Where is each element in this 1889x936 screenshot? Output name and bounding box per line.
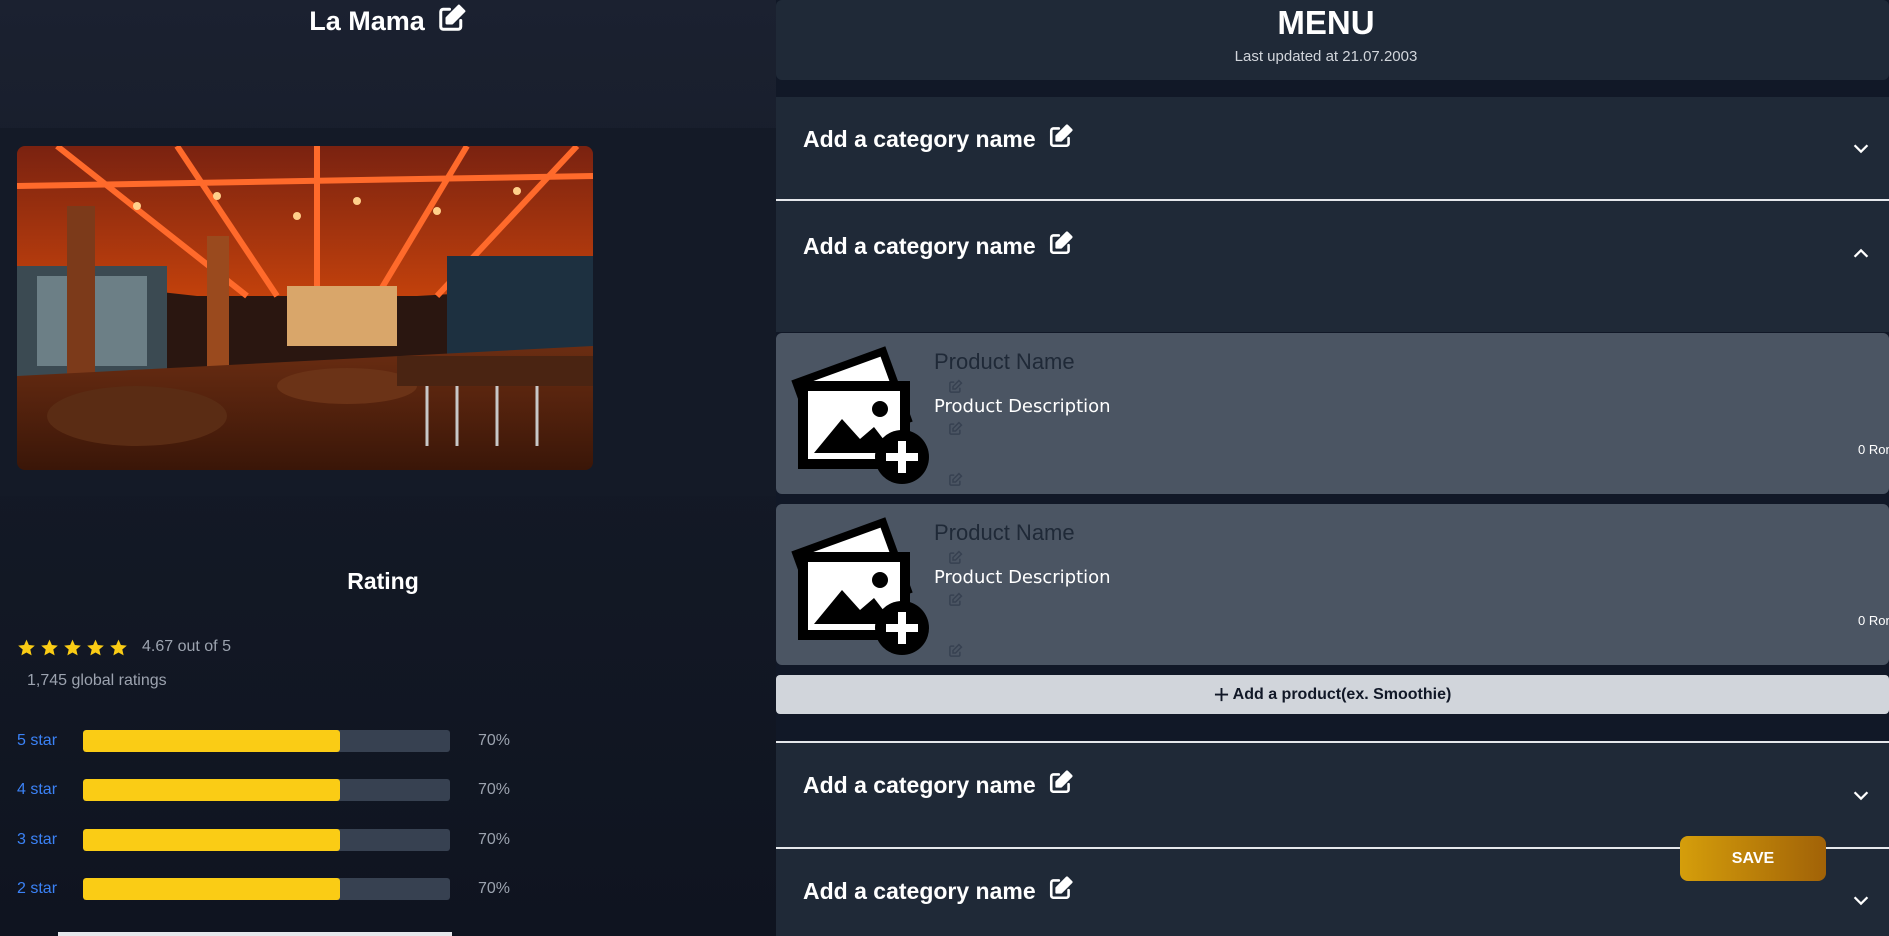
histogram-fill: [83, 730, 340, 752]
edit-name-icon[interactable]: [437, 3, 467, 40]
edit-product-price-icon[interactable]: [948, 472, 963, 487]
chevron-down-icon[interactable]: [1850, 889, 1872, 911]
category-section[interactable]: Add a category name: [776, 201, 1889, 332]
histogram-fill: [83, 829, 340, 851]
category-header: Add a category name: [803, 769, 1074, 801]
product-description[interactable]: Product Description: [934, 396, 1111, 417]
product-card[interactable]: Product Name Product Description 0 Ron: [776, 333, 1889, 494]
category-header: Add a category name: [803, 123, 1074, 155]
restaurant-name: La Mama: [309, 5, 425, 36]
histogram-label[interactable]: 4 star: [17, 781, 83, 799]
edit-product-name-icon[interactable]: [948, 550, 963, 565]
histogram-fill: [83, 878, 340, 900]
restaurant-header: La Mama: [0, 4, 776, 38]
restaurant-photo: [17, 146, 593, 470]
histogram-track: [83, 779, 450, 801]
menu-panel: MENU Last updated at 21.07.2003 Add a ca…: [776, 0, 1889, 936]
chevron-down-icon[interactable]: [1850, 137, 1872, 159]
chevron-up-icon[interactable]: [1850, 243, 1872, 265]
histogram-percent: 70%: [478, 831, 511, 848]
histogram-row: 5 star 70%: [17, 728, 510, 754]
rating-average: 4.67 out of 5: [142, 638, 231, 655]
star-icon: [87, 639, 104, 655]
star-icon: [64, 639, 81, 655]
category-name: Add a category name: [803, 125, 1036, 152]
edit-category-icon[interactable]: [1048, 875, 1074, 907]
save-button[interactable]: SAVE: [1680, 836, 1826, 881]
menu-title: MENU: [1277, 4, 1375, 41]
plus-icon: [1214, 687, 1228, 702]
star-icon: [18, 639, 35, 655]
edit-product-price-icon[interactable]: [948, 643, 963, 658]
edit-category-icon[interactable]: [1048, 230, 1074, 262]
histogram-row: 4 star 70%: [17, 777, 510, 803]
category-section[interactable]: Add a category name: [776, 743, 1889, 847]
histogram-percent: 70%: [478, 732, 511, 749]
category-name: Add a category name: [803, 232, 1036, 259]
rating-count: 1,745 global ratings: [27, 672, 167, 689]
product-name[interactable]: Product Name: [934, 349, 1075, 375]
chevron-down-icon[interactable]: [1850, 784, 1872, 806]
category-name: Add a category name: [803, 771, 1036, 798]
scroll-indicator: [58, 932, 452, 936]
product-name[interactable]: Product Name: [934, 520, 1075, 546]
histogram-label[interactable]: 3 star: [17, 831, 83, 849]
histogram-row: 2 star 70%: [17, 876, 510, 902]
edit-category-icon[interactable]: [1048, 769, 1074, 801]
product-card[interactable]: Product Name Product Description 0 Ron: [776, 504, 1889, 665]
histogram-label[interactable]: 5 star: [17, 732, 83, 750]
product-price[interactable]: 0 Ron: [1858, 442, 1889, 457]
category-header: Add a category name: [803, 875, 1074, 907]
edit-product-name-icon[interactable]: [948, 379, 963, 394]
product-description[interactable]: Product Description: [934, 567, 1111, 588]
restaurant-panel: La Mama Rating 4.67 out of 5 1,745 globa…: [0, 0, 776, 936]
star-icon: [41, 639, 58, 655]
category-header: Add a category name: [803, 230, 1074, 262]
product-price[interactable]: 0 Ron: [1858, 613, 1889, 628]
menu-header: MENU Last updated at 21.07.2003: [776, 0, 1889, 80]
edit-category-icon[interactable]: [1048, 123, 1074, 155]
rating-stars: 4.67 out of 5: [17, 636, 231, 658]
histogram-row: 3 star 70%: [17, 827, 510, 853]
add-product-label: Add a product(ex. Smoothie): [1232, 685, 1452, 703]
histogram-track: [83, 730, 450, 752]
edit-product-description-icon[interactable]: [948, 421, 963, 436]
add-image-icon[interactable]: [780, 339, 930, 489]
histogram-percent: 70%: [478, 880, 511, 897]
star-icon: [110, 639, 127, 655]
category-name: Add a category name: [803, 877, 1036, 904]
edit-product-description-icon[interactable]: [948, 592, 963, 607]
add-image-icon[interactable]: [780, 510, 930, 660]
histogram-track: [83, 829, 450, 851]
histogram-percent: 70%: [478, 781, 511, 798]
histogram-track: [83, 878, 450, 900]
histogram-fill: [83, 779, 340, 801]
histogram-label[interactable]: 2 star: [17, 880, 83, 898]
rating-title: Rating: [347, 568, 419, 594]
category-section[interactable]: Add a category name: [776, 97, 1889, 199]
add-product-button[interactable]: Add a product(ex. Smoothie): [776, 675, 1889, 714]
menu-updated: Last updated at 21.07.2003: [1234, 48, 1418, 65]
